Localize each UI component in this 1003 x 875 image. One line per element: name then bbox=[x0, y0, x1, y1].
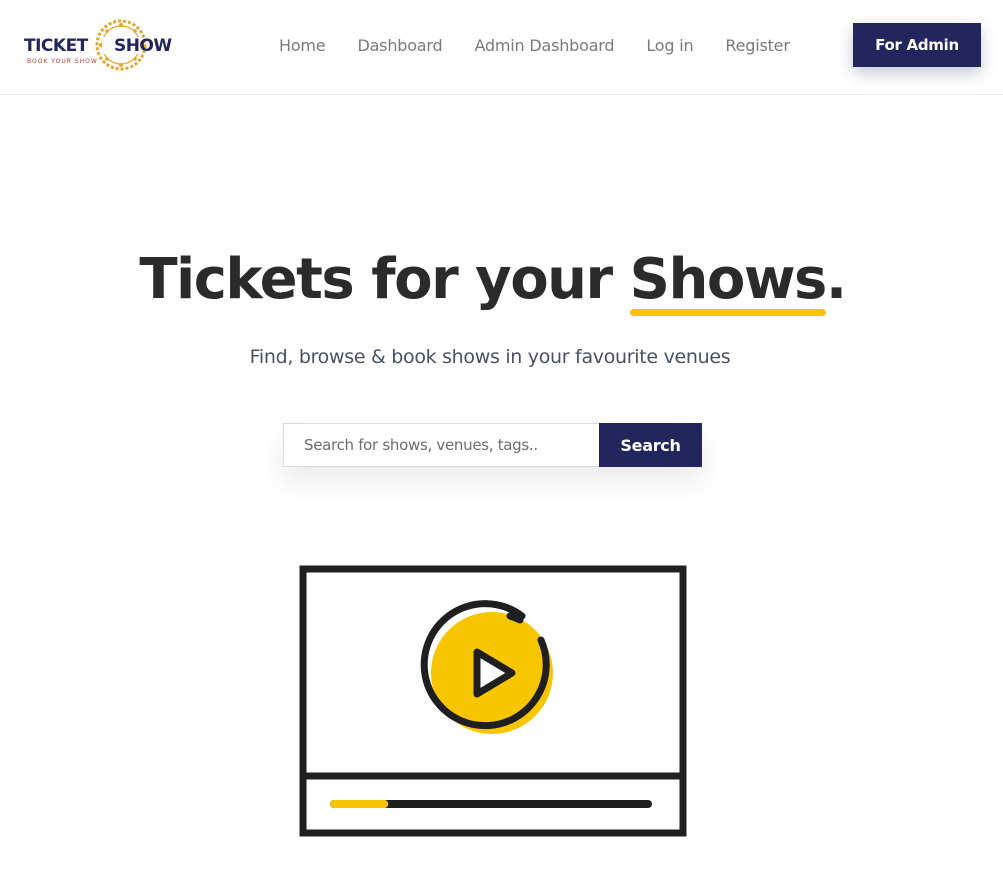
nav-dashboard-link[interactable]: Dashboard bbox=[357, 36, 442, 55]
nav-admin-dashboard-link[interactable]: Admin Dashboard bbox=[474, 36, 614, 55]
hero-title-suffix: . bbox=[825, 247, 847, 312]
nav-home-link[interactable]: Home bbox=[279, 36, 326, 55]
search-input[interactable] bbox=[283, 423, 599, 467]
hero-title: Tickets for your Shows. bbox=[0, 247, 985, 316]
search-form: Search bbox=[283, 423, 702, 467]
hero-title-highlight: Shows bbox=[629, 247, 827, 316]
brand-name-left: TICKET bbox=[24, 36, 89, 56]
nav-login-link[interactable]: Log in bbox=[646, 36, 693, 55]
for-admin-button[interactable]: For Admin bbox=[853, 23, 981, 67]
main-nav: Home Dashboard Admin Dashboard Log in Re… bbox=[263, 0, 806, 90]
film-reel-icon: TICKET SHOW BOOK YOUR SHOW bbox=[24, 19, 173, 71]
brand-name-right: SHOW bbox=[114, 36, 172, 56]
brand-logo[interactable]: TICKET SHOW BOOK YOUR SHOW bbox=[22, 16, 182, 74]
hero-title-prefix: Tickets for your bbox=[139, 247, 630, 312]
video-player-illustration bbox=[298, 564, 688, 840]
hero-subtitle: Find, browse & book shows in your favour… bbox=[249, 346, 731, 368]
navbar: TICKET SHOW BOOK YOUR SHOW Home Dashboar… bbox=[0, 0, 1003, 95]
search-button[interactable]: Search bbox=[599, 423, 702, 467]
brand-tagline: BOOK YOUR SHOW bbox=[27, 58, 98, 65]
nav-register-link[interactable]: Register bbox=[725, 36, 789, 55]
